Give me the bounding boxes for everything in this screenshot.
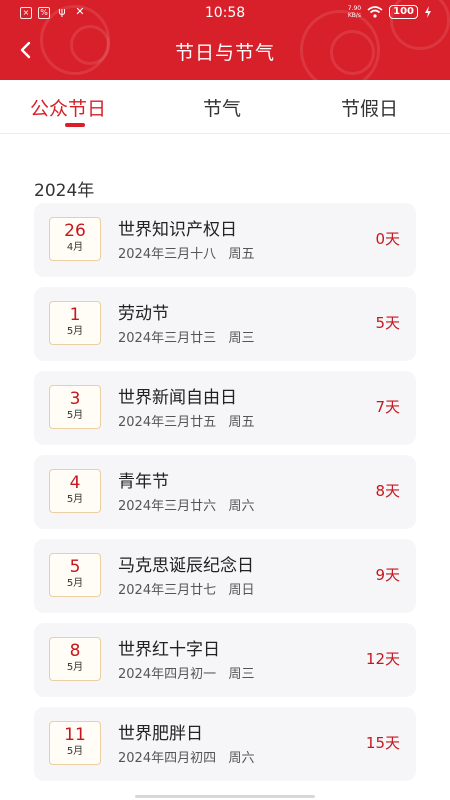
holiday-card[interactable]: 11 5月 世界肥胖日 2024年四月初四 周六 15天 — [34, 707, 416, 781]
date-month: 5月 — [66, 746, 84, 757]
holiday-countdown: 5天 — [375, 314, 400, 332]
holiday-card[interactable]: 5 5月 马克思诞辰纪念日 2024年三月廿七 周日 9天 — [34, 539, 416, 613]
date-day: 26 — [64, 221, 86, 241]
app-header: × % ψ ✕ 10:58 7.90 KB/s 100 节日与节气 — [0, 0, 450, 80]
page-title: 节日与节气 — [174, 42, 275, 64]
holiday-weekday: 周六 — [228, 499, 255, 514]
holiday-lunar-date: 2024年三月廿五 周五 — [118, 415, 255, 430]
holiday-weekday: 周日 — [228, 583, 255, 598]
date-day: 1 — [69, 305, 81, 325]
holiday-list: 2024年 26 4月 世界知识产权日 2024年三月十八 周五 0天 1 5月… — [0, 135, 450, 800]
holiday-card[interactable]: 4 5月 青年节 2024年三月廿六 周六 8天 — [34, 455, 416, 529]
holiday-name: 世界肥胖日 — [118, 724, 203, 744]
holiday-card[interactable]: 1 5月 劳动节 2024年三月廿三 周三 5天 — [34, 287, 416, 361]
date-badge: 1 5月 — [49, 301, 101, 345]
holiday-countdown: 12天 — [365, 650, 400, 668]
holiday-countdown: 8天 — [375, 482, 400, 500]
date-day: 11 — [64, 725, 86, 745]
date-badge: 8 5月 — [49, 637, 101, 681]
battery-icon: 100 — [389, 5, 418, 19]
holiday-weekday: 周三 — [228, 667, 255, 682]
date-badge: 26 4月 — [49, 217, 101, 261]
holiday-name: 世界知识产权日 — [118, 220, 237, 240]
holiday-lunar-date: 2024年三月廿三 周三 — [118, 331, 255, 346]
date-month: 4月 — [66, 242, 84, 253]
tab-public-holidays[interactable]: 公众节日 — [30, 94, 106, 121]
date-badge: 5 5月 — [49, 553, 101, 597]
holiday-countdown: 7天 — [375, 398, 400, 416]
date-badge: 11 5月 — [49, 721, 101, 765]
holiday-countdown: 0天 — [375, 230, 400, 248]
date-month: 5月 — [66, 494, 84, 505]
date-month: 5月 — [66, 410, 84, 421]
wifi-icon — [367, 6, 383, 18]
network-speed: 7.90 KB/s — [347, 5, 362, 19]
date-month: 5月 — [66, 326, 84, 337]
holiday-countdown: 15天 — [365, 734, 400, 752]
date-day: 8 — [69, 641, 81, 661]
date-month: 5月 — [66, 578, 84, 589]
date-month: 5月 — [66, 662, 84, 673]
holiday-name: 劳动节 — [118, 304, 169, 324]
holiday-weekday: 周三 — [228, 331, 255, 346]
tab-active-indicator — [65, 123, 85, 127]
date-day: 3 — [69, 389, 81, 409]
date-badge: 4 5月 — [49, 469, 101, 513]
status-bar: × % ψ ✕ 10:58 7.90 KB/s 100 — [0, 0, 450, 28]
holiday-lunar-date: 2024年四月初四 周六 — [118, 751, 255, 766]
holiday-countdown: 9天 — [375, 566, 400, 584]
date-day: 4 — [69, 473, 81, 493]
year-header: 2024年 — [34, 181, 95, 201]
charging-icon — [425, 6, 431, 18]
holiday-lunar-date: 2024年四月初一 周三 — [118, 667, 255, 682]
tab-statutory-holidays[interactable]: 节假日 — [341, 94, 398, 121]
holiday-lunar-date: 2024年三月廿六 周六 — [118, 499, 255, 514]
date-badge: 3 5月 — [49, 385, 101, 429]
holiday-weekday: 周五 — [228, 247, 255, 262]
holiday-name: 世界新闻自由日 — [118, 388, 237, 408]
holiday-lunar-date: 2024年三月十八 周五 — [118, 247, 255, 262]
holiday-lunar-date: 2024年三月廿七 周日 — [118, 583, 255, 598]
holiday-card[interactable]: 8 5月 世界红十字日 2024年四月初一 周三 12天 — [34, 623, 416, 697]
home-indicator[interactable] — [135, 795, 315, 798]
holiday-weekday: 周五 — [228, 415, 255, 430]
date-day: 5 — [69, 557, 81, 577]
holiday-name: 青年节 — [118, 472, 169, 492]
holiday-card[interactable]: 26 4月 世界知识产权日 2024年三月十八 周五 0天 — [34, 203, 416, 277]
holiday-card[interactable]: 3 5月 世界新闻自由日 2024年三月廿五 周五 7天 — [34, 371, 416, 445]
holiday-name: 世界红十字日 — [118, 640, 220, 660]
tab-solar-terms[interactable]: 节气 — [203, 94, 241, 121]
holiday-name: 马克思诞辰纪念日 — [118, 556, 254, 576]
holiday-weekday: 周六 — [228, 751, 255, 766]
